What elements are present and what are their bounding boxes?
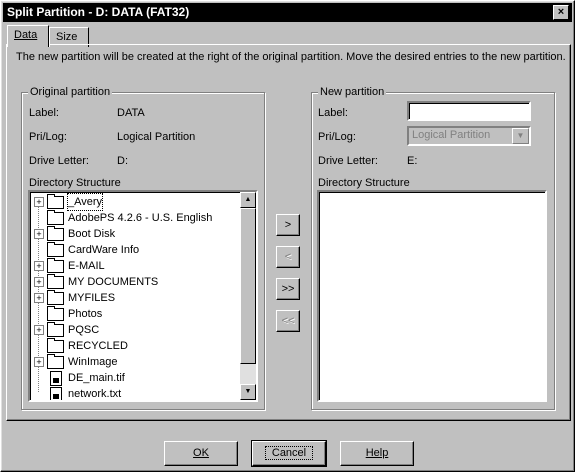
original-drive-caption: Drive Letter: bbox=[29, 155, 89, 167]
folder-icon bbox=[47, 274, 64, 289]
original-label-value: DATA bbox=[117, 107, 145, 119]
original-prilog-caption: Pri/Log: bbox=[29, 131, 67, 143]
new-prilog-value: Logical Partition bbox=[412, 129, 491, 141]
new-prilog-caption: Pri/Log: bbox=[318, 131, 356, 143]
help-label: Help bbox=[365, 447, 389, 459]
expand-icon[interactable]: + bbox=[34, 261, 44, 271]
tree-item-label: E-MAIL bbox=[68, 260, 105, 272]
tree-item-label: MY DOCUMENTS bbox=[68, 276, 159, 288]
new-prilog-select[interactable]: Logical Partition ▼ bbox=[407, 126, 531, 146]
new-drive-value: E: bbox=[407, 155, 418, 167]
tree-item-label: _Avery bbox=[66, 193, 104, 211]
original-dir-caption: Directory Structure bbox=[29, 177, 121, 189]
file-icon bbox=[50, 371, 62, 386]
tree-item-label: Photos bbox=[68, 308, 103, 320]
tree-item-label: CardWare Info bbox=[68, 244, 140, 256]
original-directory-tree[interactable]: + _Avery AdobePS 4.2.6 - U.S. English + Boot… bbox=[28, 190, 258, 402]
folder-icon bbox=[47, 354, 64, 369]
scroll-down-icon[interactable]: ▼ bbox=[240, 384, 256, 400]
tree-item-label: WinImage bbox=[68, 356, 118, 368]
tree-item-label: network.txt bbox=[68, 388, 122, 400]
expand-icon[interactable]: + bbox=[34, 293, 44, 303]
tab-data-label: Data bbox=[14, 29, 38, 41]
folder-icon bbox=[47, 226, 64, 241]
folder-icon bbox=[47, 194, 64, 209]
move-all-left-button[interactable]: << bbox=[276, 310, 300, 332]
expand-icon[interactable]: + bbox=[34, 197, 44, 207]
original-prilog-value: Logical Partition bbox=[117, 131, 196, 143]
title-bar: Split Partition - D: DATA (FAT32) × bbox=[3, 3, 572, 22]
folder-icon bbox=[47, 338, 64, 353]
scroll-thumb[interactable] bbox=[240, 208, 256, 364]
chevron-down-icon[interactable]: ▼ bbox=[512, 128, 529, 144]
expand-icon[interactable]: + bbox=[34, 229, 44, 239]
original-drive-value: D: bbox=[117, 155, 128, 167]
tree-item-label: AdobePS 4.2.6 - U.S. English bbox=[68, 212, 213, 224]
expand-icon[interactable]: + bbox=[34, 325, 44, 335]
new-directory-tree[interactable] bbox=[317, 190, 547, 402]
new-label-input[interactable] bbox=[407, 101, 531, 121]
original-partition-label: Original partition bbox=[28, 86, 113, 98]
original-label-caption: Label: bbox=[29, 107, 59, 119]
split-partition-dialog: Split Partition - D: DATA (FAT32) × Data… bbox=[0, 0, 575, 472]
folder-icon bbox=[47, 210, 64, 225]
new-partition-label: New partition bbox=[318, 86, 387, 98]
expand-icon[interactable]: + bbox=[34, 277, 44, 287]
new-label-caption: Label: bbox=[318, 107, 348, 119]
file-icon bbox=[50, 387, 62, 400]
new-drive-caption: Drive Letter: bbox=[318, 155, 378, 167]
cancel-label: Cancel bbox=[264, 446, 314, 460]
move-all-right-button[interactable]: >> bbox=[276, 278, 300, 300]
tree-item-label: RECYCLED bbox=[68, 340, 128, 352]
intro-text: The new partition will be created at the… bbox=[16, 51, 566, 63]
move-right-button[interactable]: > bbox=[276, 214, 300, 236]
folder-icon bbox=[47, 242, 64, 257]
close-icon[interactable]: × bbox=[553, 5, 569, 20]
tree-scrollbar[interactable]: ▲ ▼ bbox=[240, 192, 256, 400]
folder-icon bbox=[47, 258, 64, 273]
scroll-up-icon[interactable]: ▲ bbox=[240, 192, 256, 208]
move-left-button[interactable]: < bbox=[276, 246, 300, 268]
tree-item-label: MYFILES bbox=[68, 292, 116, 304]
ok-button[interactable]: OK bbox=[164, 441, 238, 466]
tree-item-label: Boot Disk bbox=[68, 228, 116, 240]
folder-icon bbox=[47, 306, 64, 321]
new-dir-caption: Directory Structure bbox=[318, 177, 410, 189]
ok-label: OK bbox=[193, 447, 209, 459]
help-button[interactable]: Help bbox=[340, 441, 414, 466]
tree-item-label: PQSC bbox=[68, 324, 100, 336]
folder-icon bbox=[47, 322, 64, 337]
tab-size-label: Size bbox=[56, 31, 78, 43]
folder-icon bbox=[47, 290, 64, 305]
cancel-button[interactable]: Cancel bbox=[251, 440, 327, 467]
tree-item-label: DE_main.tif bbox=[68, 372, 125, 384]
tab-data[interactable]: Data bbox=[7, 25, 49, 47]
window-title: Split Partition - D: DATA (FAT32) bbox=[7, 5, 190, 19]
expand-icon[interactable]: + bbox=[34, 357, 44, 367]
